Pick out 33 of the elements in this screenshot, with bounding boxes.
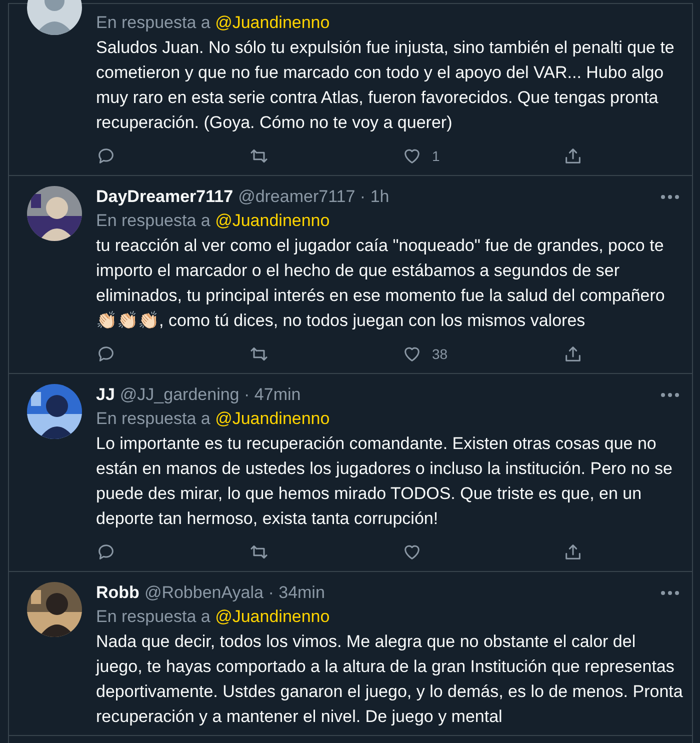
more-icon[interactable] xyxy=(660,194,680,200)
share-icon[interactable] xyxy=(563,146,583,166)
reply-context: En respuesta a @Juandinenno xyxy=(96,408,331,430)
user-handle: @JJ_gardening · 47min xyxy=(120,384,301,406)
like-count: 1 xyxy=(432,148,440,164)
tweet-text: tu reacción al ver como el jugador caía "noqueado" fue de grandes, poco te importo el marcador o el hecho de que estábamos a segundos de ser eliminados, tu principal interés en ese momento fue la salud del compañero 👏🏻👏🏻👏🏻, como tú dices, no todos juegan con los mismos valores xyxy=(96,235,666,332)
user-name[interactable]: JJ xyxy=(96,384,115,406)
mention-link[interactable]: @Juandinenno xyxy=(215,13,330,32)
more-icon[interactable] xyxy=(660,392,680,398)
like-count: 38 xyxy=(432,346,448,362)
tweet-text: Saludos Juan. No sólo tu expulsión fue injusta, sino también el penalti que te cometieron y que no fue marcado con todo y el apoyo del VAR... Hubo algo muy raro en esta serie contra Atlas, fueron favorecidos. Que tengas pronta recuperación. (Goya. Cómo no te voy a querer) xyxy=(96,37,676,134)
tweet[interactable] xyxy=(9,3,692,176)
tweet-text: Nada que decir, todos los vimos. Me alegra que no obstante el calor del juego, te hayas comportado a la altura de la gran Institución que representas deportivamente. Ustdes ganaron el juego, y lo demás, es lo de menos. Pronta recuperación y a mantener el nivel. De juego y mental xyxy=(96,631,684,728)
reply-context: En respuesta a @Juandinenno xyxy=(96,12,331,34)
tweet-text: Lo importante es tu recuperación comandante. Existen otras cosas que no están en manos de ustedes los jugadores o incluso la institución. Pero no se puede des mirar, lo que hemos mirado TODOS. Que triste es que, en un deporte tan hermoso, exista tanta corrupción! xyxy=(96,433,674,530)
user-handle: @dreamer7117 · 1h xyxy=(238,186,390,208)
reply-icon[interactable] xyxy=(96,344,116,364)
mention-link[interactable]: @Juandinenno xyxy=(215,409,330,428)
mention-link[interactable]: @Juandinenno xyxy=(215,211,330,230)
more-icon[interactable] xyxy=(660,590,680,596)
heart-icon[interactable] xyxy=(402,146,422,166)
user-name[interactable]: DayDreamer7117 xyxy=(96,186,234,208)
user-name[interactable]: Robb xyxy=(96,582,140,604)
reply-icon[interactable] xyxy=(96,146,116,166)
user-handle: @RobbenAyala · 34min xyxy=(144,582,325,604)
share-icon[interactable] xyxy=(563,542,583,562)
reply-context: En respuesta a @Juandinenno xyxy=(96,210,331,232)
heart-icon[interactable] xyxy=(402,542,422,562)
mention-link[interactable]: @Juandinenno xyxy=(215,607,330,626)
reply-icon[interactable] xyxy=(96,542,116,562)
share-icon[interactable] xyxy=(563,344,583,364)
reply-context: En respuesta a @Juandinenno xyxy=(96,606,331,628)
heart-icon[interactable] xyxy=(402,344,422,364)
